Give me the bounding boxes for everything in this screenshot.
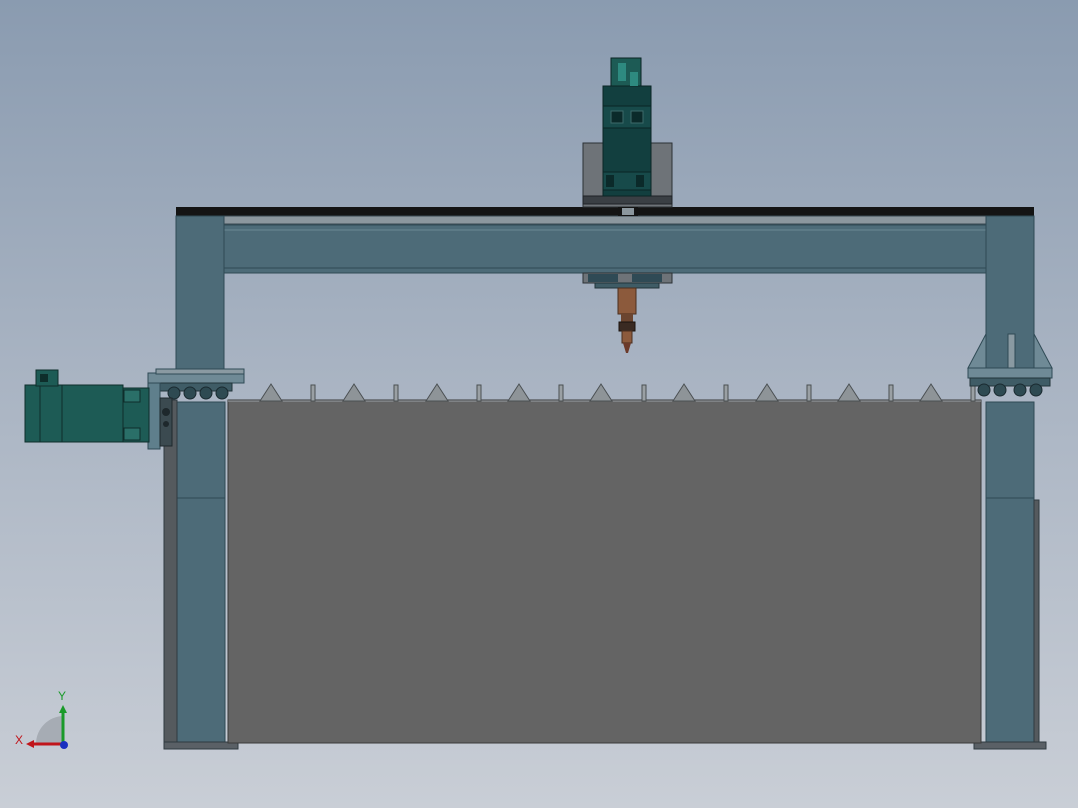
slat-tooth xyxy=(672,383,696,402)
slat-tooth xyxy=(259,383,283,402)
slat-tooth xyxy=(507,383,531,402)
slat-post xyxy=(393,384,399,402)
slat-post xyxy=(476,384,482,402)
left-wheels xyxy=(159,382,233,400)
slat-tooth xyxy=(589,383,613,402)
slat-tooth xyxy=(425,383,449,402)
nozzle xyxy=(617,287,637,353)
slat-post xyxy=(970,384,976,402)
slat-post xyxy=(723,384,729,402)
z-axis-dot xyxy=(60,741,68,749)
tool-carriage xyxy=(582,272,673,289)
slat-tooth xyxy=(755,383,779,402)
y-axis-label: Y xyxy=(58,689,66,703)
slat-tooth xyxy=(837,383,861,402)
beam-rail-plate xyxy=(175,215,1035,225)
slat-post xyxy=(888,384,894,402)
slat-tooth xyxy=(919,383,943,402)
bed-slat-teeth xyxy=(259,383,976,402)
x-axis-label: X xyxy=(15,733,23,747)
work-bed xyxy=(227,399,982,744)
beam-body xyxy=(223,224,987,274)
slat-post xyxy=(558,384,564,402)
gantry-beam xyxy=(175,207,1035,274)
slat-tooth xyxy=(342,383,366,402)
slat-post xyxy=(310,384,316,402)
right-carriage xyxy=(967,367,1053,397)
spindle-head xyxy=(582,57,673,216)
slat-post xyxy=(806,384,812,402)
slat-post xyxy=(641,384,647,402)
coordinate-triad-icon: X Y xyxy=(15,689,68,749)
left-upright xyxy=(163,215,239,750)
servo-motor xyxy=(24,369,150,443)
cad-viewport[interactable]: X Y xyxy=(0,0,1078,808)
beam-top-rail xyxy=(176,207,1034,216)
